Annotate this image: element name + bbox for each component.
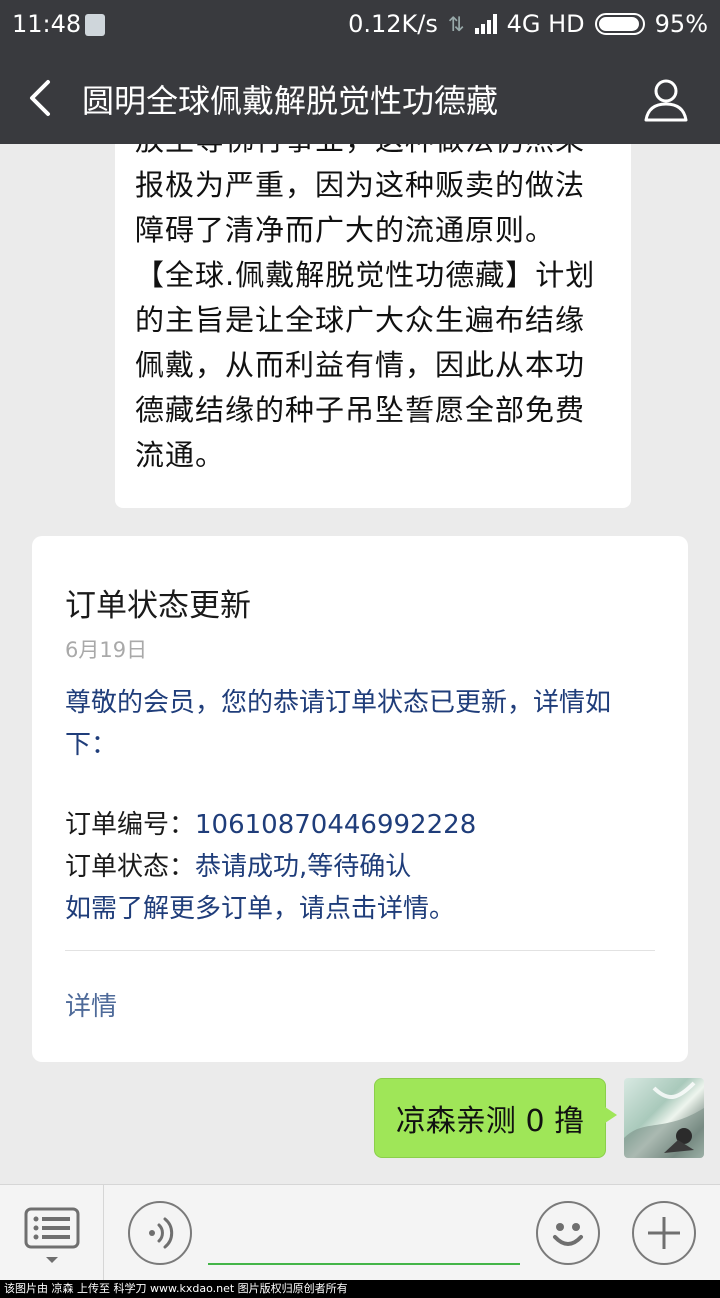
- menu-toggle-button[interactable]: [0, 1185, 104, 1281]
- signal-icon: [474, 14, 497, 34]
- card-divider: [65, 950, 655, 951]
- order-number-label: 订单编号：: [65, 810, 196, 840]
- voice-button[interactable]: [128, 1201, 192, 1265]
- message-line: 障碍了清净而广大的流通原则。: [135, 213, 556, 247]
- battery-percent: 95%: [654, 10, 708, 38]
- notification-icon: [85, 14, 105, 36]
- outgoing-message[interactable]: 凉森亲测 0 撸: [374, 1078, 617, 1158]
- message-input[interactable]: [208, 1263, 520, 1265]
- status-right: 0.12K/s ⇅ 4G HD 95%: [348, 10, 708, 38]
- chat-title: 圆明全球佩戴解脱觉性功德藏: [82, 82, 499, 120]
- avatar[interactable]: [624, 1078, 704, 1158]
- plus-icon: [648, 1217, 680, 1249]
- detail-link[interactable]: 详情: [65, 986, 117, 1023]
- message-line: 报极为严重，因为这种贩卖的做法: [135, 168, 586, 202]
- order-number-value: 10610870446992228: [195, 810, 477, 840]
- message-line: 放生等佛行事业，这种做法仍然果: [135, 144, 611, 163]
- message-line: 佩戴，从而利益有情，因此从本功: [135, 348, 586, 382]
- order-status-label: 订单状态：: [65, 852, 196, 882]
- person-icon[interactable]: [642, 76, 690, 124]
- top-bar: 11:48 0.12K/s ⇅ 4G HD 95% 圆明全球佩戴解脱觉性功德藏: [0, 0, 720, 144]
- order-number-row: 订单编号：10610870446992228: [65, 804, 476, 841]
- status-time: 11:48: [12, 10, 82, 38]
- card-intro: 尊敬的会员，您的恭请订单状态已更新，详情如下：: [65, 688, 612, 760]
- emoji-button[interactable]: [536, 1201, 600, 1265]
- watermark-bar: 该图片由 凉森 上传至 科学刀 www.kxdao.net 图片版权归原创者所有: [0, 1280, 720, 1298]
- order-status-value: 恭请成功,等待确认: [195, 852, 412, 882]
- order-note-row: 如需了解更多订单，请点击详情。: [65, 888, 455, 925]
- order-status-card[interactable]: 订单状态更新 6月19日 尊敬的会员，您的恭请订单状态已更新，详情如下： 订单编…: [32, 536, 688, 1062]
- avatar-image: [624, 1081, 704, 1158]
- network-speed: 0.12K/s: [348, 10, 438, 38]
- message-line: 的主旨是让全球广大众生遍布结缘: [135, 303, 586, 337]
- nav-bar: 圆明全球佩戴解脱觉性功德藏: [0, 52, 720, 144]
- chat-area[interactable]: 放生等佛行事业，这种做法仍然果 报极为严重，因为这种贩卖的做法 障碍了清净而广大…: [0, 144, 720, 1184]
- plus-button[interactable]: [632, 1201, 696, 1265]
- keyboard-menu-icon: [24, 1207, 80, 1263]
- voice-icon: [149, 1217, 174, 1249]
- message-line: 【全球.佩戴解脱觉性功德藏】计划: [135, 258, 596, 292]
- status-bar: 11:48 0.12K/s ⇅ 4G HD 95%: [0, 0, 720, 52]
- network-type: 4G HD: [506, 10, 585, 38]
- order-note: 如需了解更多订单，请点击详情。: [65, 894, 456, 924]
- message-line: 德藏结缘的种子吊坠誓愿全部免费: [135, 393, 586, 427]
- emoji-icon: [553, 1223, 583, 1246]
- card-title: 订单状态更新: [65, 588, 251, 624]
- chevron-left-icon[interactable]: [22, 76, 62, 120]
- message-line: 流通。: [135, 438, 226, 472]
- data-transfer-icon: ⇅: [447, 12, 465, 36]
- card-date: 6月19日: [65, 638, 148, 662]
- incoming-message[interactable]: 放生等佛行事业，这种做法仍然果 报极为严重，因为这种贩卖的做法 障碍了清净而广大…: [115, 144, 631, 508]
- input-bar: [0, 1184, 720, 1281]
- order-status-row: 订单状态：恭请成功,等待确认: [65, 846, 411, 883]
- battery-icon: [594, 13, 645, 35]
- incoming-message-text: 放生等佛行事业，这种做法仍然果 报极为严重，因为这种贩卖的做法 障碍了清净而广大…: [135, 144, 611, 478]
